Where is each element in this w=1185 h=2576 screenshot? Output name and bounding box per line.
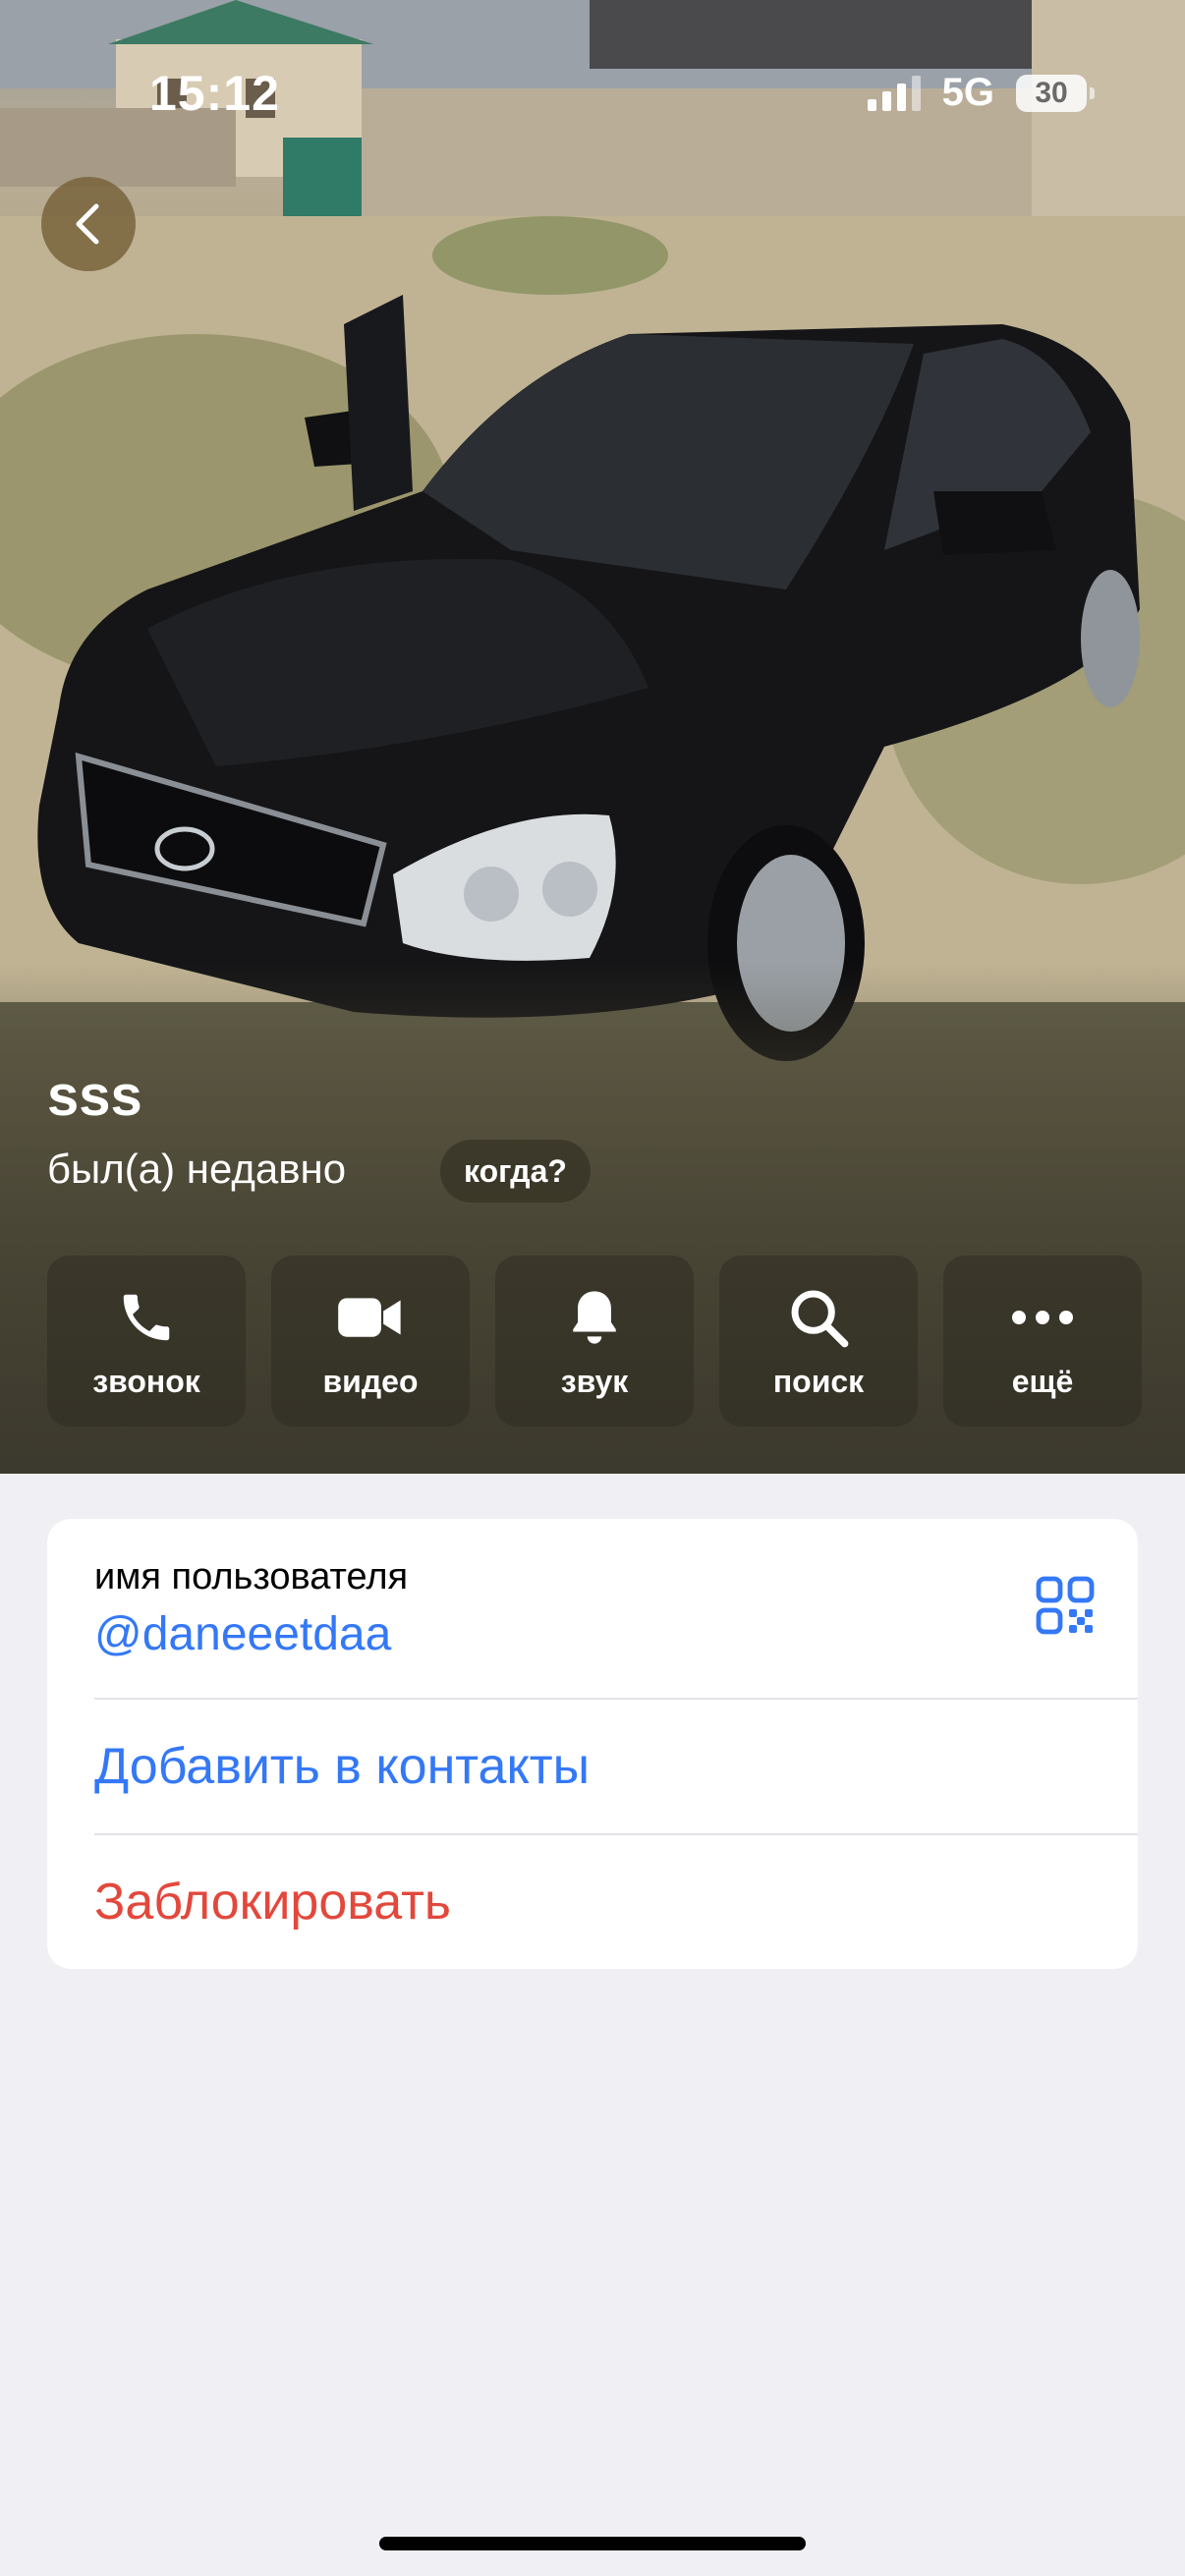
profile-photo[interactable]: 15:12 5G 30 sss был(а) недавно когда? зв…: [0, 0, 1185, 1474]
when-button[interactable]: когда?: [440, 1140, 591, 1203]
last-seen-status: был(а) недавно: [47, 1146, 347, 1192]
more-icon: [1008, 1285, 1077, 1350]
search-icon: [784, 1285, 853, 1350]
chevron-left-icon: [76, 203, 99, 245]
signal-icon: [867, 75, 921, 111]
phone-icon: [112, 1285, 181, 1350]
qr-code-icon[interactable]: [1036, 1576, 1095, 1635]
search-label: поиск: [772, 1364, 865, 1399]
status-indicators: 5G 30: [867, 71, 1095, 115]
profile-actions: звонок видео звук поиск ещё: [47, 1256, 1142, 1427]
username-row[interactable]: имя пользователя @daneeetdaa: [47, 1519, 1138, 1698]
profile-screen: 15:12 5G 30 sss был(а) недавно когда? зв…: [0, 0, 1185, 2576]
block-user-button[interactable]: Заблокировать: [47, 1835, 1138, 1969]
more-label: ещё: [1011, 1364, 1074, 1399]
bell-icon: [560, 1285, 629, 1350]
status-time: 15:12: [149, 66, 280, 121]
info-card: имя пользователя @daneeetdaa Добавить в …: [47, 1519, 1138, 1969]
search-button[interactable]: поиск: [719, 1256, 918, 1427]
username-value[interactable]: @daneeetdaa: [94, 1607, 391, 1661]
call-label: звонок: [92, 1364, 200, 1399]
network-type: 5G: [941, 71, 994, 114]
sound-label: звук: [560, 1364, 629, 1399]
username-label: имя пользователя: [94, 1556, 409, 1597]
back-button[interactable]: [41, 177, 136, 271]
battery-level: 30: [1035, 76, 1068, 109]
profile-name: sss: [47, 1064, 142, 1128]
video-label: видео: [322, 1364, 419, 1399]
more-button[interactable]: ещё: [943, 1256, 1142, 1427]
sound-button[interactable]: звук: [495, 1256, 694, 1427]
home-indicator[interactable]: [379, 2537, 806, 2550]
add-contact-button[interactable]: Добавить в контакты: [47, 1700, 1138, 1833]
video-button[interactable]: видео: [271, 1256, 470, 1427]
call-button[interactable]: звонок: [47, 1256, 246, 1427]
battery-icon: 30: [1016, 74, 1095, 112]
video-camera-icon: [336, 1285, 405, 1350]
